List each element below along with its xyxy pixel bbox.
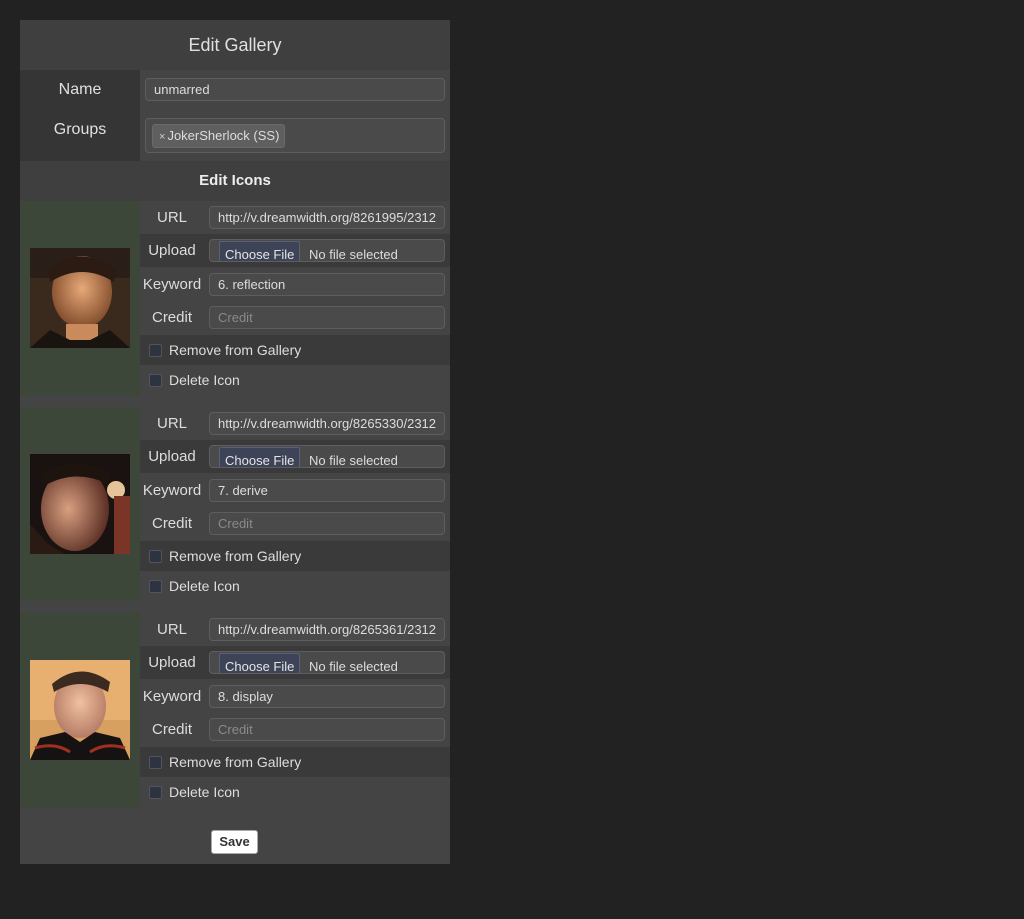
keyword-label: Keyword: [142, 482, 202, 499]
url-input[interactable]: http://v.dreamwidth.org/8265330/2312: [209, 412, 445, 435]
icon-editor-1: URL http://v.dreamwidth.org/8261995/2312…: [20, 201, 450, 395]
delete-icon-row: Delete Icon: [140, 777, 450, 807]
delete-icon-checkbox[interactable]: [149, 580, 162, 593]
keyword-input[interactable]: 7. derive: [209, 479, 445, 502]
delete-icon-checkbox[interactable]: [149, 786, 162, 799]
keyword-input[interactable]: 8. display: [209, 685, 445, 708]
edit-gallery-panel: Edit Gallery Name unmarred Groups × Joker…: [20, 20, 450, 864]
remove-from-gallery-checkbox[interactable]: [149, 756, 162, 769]
file-status: No file selected: [309, 453, 398, 468]
icon-thumbnail-column: [20, 201, 140, 395]
credit-input[interactable]: Credit: [209, 512, 445, 535]
keyword-input[interactable]: 6. reflection: [209, 273, 445, 296]
url-row: URL http://v.dreamwidth.org/8265330/2312: [140, 407, 450, 440]
upload-label: Upload: [148, 654, 196, 671]
remove-from-gallery-label[interactable]: Remove from Gallery: [169, 541, 301, 571]
choose-file-button[interactable]: Choose File: [219, 241, 301, 261]
delete-icon-label[interactable]: Delete Icon: [169, 365, 240, 395]
remove-from-gallery-label[interactable]: Remove from Gallery: [169, 335, 301, 365]
page-title: Edit Gallery: [20, 20, 450, 70]
delete-icon-label[interactable]: Delete Icon: [169, 777, 240, 807]
icon-editor-3: URL http://v.dreamwidth.org/8265361/2312…: [20, 613, 450, 807]
url-label: URL: [156, 209, 187, 226]
delete-icon-row: Delete Icon: [140, 571, 450, 601]
delete-icon-label[interactable]: Delete Icon: [169, 571, 240, 601]
group-tag: × JokerSherlock (SS): [152, 124, 286, 148]
upload-label: Upload: [148, 448, 196, 465]
keyword-row: Keyword 8. display: [140, 680, 450, 713]
credit-input[interactable]: Credit: [209, 718, 445, 741]
name-input[interactable]: unmarred: [145, 78, 445, 101]
keyword-label: Keyword: [142, 276, 202, 293]
remove-from-gallery-row: Remove from Gallery: [140, 335, 450, 365]
url-row: URL http://v.dreamwidth.org/8265361/2312: [140, 613, 450, 646]
icon-thumbnail: [30, 248, 130, 348]
file-input[interactable]: Choose File No file selected: [209, 651, 445, 674]
icon-thumbnail-column: [20, 407, 140, 601]
remove-from-gallery-row: Remove from Gallery: [140, 747, 450, 777]
url-input[interactable]: http://v.dreamwidth.org/8261995/2312: [209, 206, 445, 229]
remove-from-gallery-checkbox[interactable]: [149, 344, 162, 357]
choose-file-button[interactable]: Choose File: [219, 653, 301, 673]
url-label: URL: [156, 621, 187, 638]
icon-thumbnail: [30, 454, 130, 554]
remove-from-gallery-checkbox[interactable]: [149, 550, 162, 563]
section-title: Edit Icons: [20, 161, 450, 201]
credit-label: Credit: [151, 721, 192, 738]
choose-file-button[interactable]: Choose File: [219, 447, 301, 467]
delete-icon-checkbox[interactable]: [149, 374, 162, 387]
groups-label: Groups: [20, 110, 140, 161]
remove-from-gallery-label[interactable]: Remove from Gallery: [169, 747, 301, 777]
upload-row: Upload Choose File No file selected: [140, 646, 450, 679]
group-tag-label: JokerSherlock (SS): [167, 128, 280, 143]
file-status: No file selected: [309, 659, 398, 674]
file-input[interactable]: Choose File No file selected: [209, 239, 445, 262]
credit-input[interactable]: Credit: [209, 306, 445, 329]
keyword-label: Keyword: [142, 688, 202, 705]
upload-row: Upload Choose File No file selected: [140, 234, 450, 267]
url-input[interactable]: http://v.dreamwidth.org/8265361/2312: [209, 618, 445, 641]
credit-row: Credit Credit: [140, 713, 450, 746]
file-input[interactable]: Choose File No file selected: [209, 445, 445, 468]
remove-tag-icon[interactable]: ×: [159, 131, 165, 143]
credit-label: Credit: [151, 515, 192, 532]
keyword-row: Keyword 7. derive: [140, 474, 450, 507]
keyword-row: Keyword 6. reflection: [140, 268, 450, 301]
save-button[interactable]: Save: [211, 830, 258, 854]
credit-row: Credit Credit: [140, 507, 450, 540]
upload-label: Upload: [148, 242, 196, 259]
icon-thumbnail-column: [20, 613, 140, 807]
name-label: Name: [20, 70, 140, 110]
url-row: URL http://v.dreamwidth.org/8261995/2312: [140, 201, 450, 234]
upload-row: Upload Choose File No file selected: [140, 440, 450, 473]
credit-row: Credit Credit: [140, 301, 450, 334]
icon-editor-2: URL http://v.dreamwidth.org/8265330/2312…: [20, 407, 450, 601]
delete-icon-row: Delete Icon: [140, 365, 450, 395]
url-label: URL: [156, 415, 187, 432]
file-status: No file selected: [309, 247, 398, 262]
remove-from-gallery-row: Remove from Gallery: [140, 541, 450, 571]
credit-label: Credit: [151, 309, 192, 326]
groups-input[interactable]: × JokerSherlock (SS): [145, 118, 445, 153]
icon-thumbnail: [30, 660, 130, 760]
